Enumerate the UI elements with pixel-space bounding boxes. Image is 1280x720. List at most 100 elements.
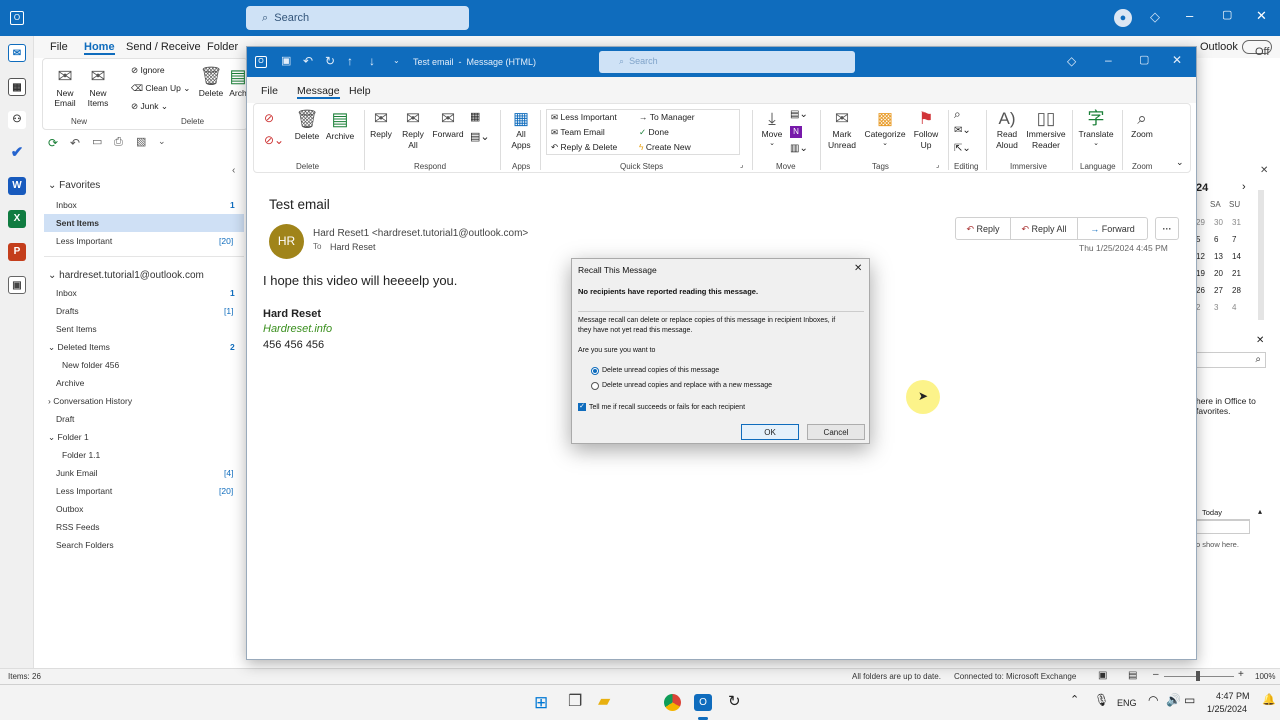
option-delete-replace[interactable]: Delete unread copies and replace with a … — [602, 382, 772, 389]
mail-icon[interactable]: ✉ — [8, 44, 26, 62]
rules-icon[interactable]: ▤⌄ — [790, 110, 808, 120]
signature-website[interactable]: Hardreset.info — [263, 323, 332, 335]
reply-all-button[interactable]: ✉ Reply All — [400, 108, 426, 151]
new-items-button[interactable]: ✉ New Items — [81, 65, 115, 109]
next-month-icon[interactable]: › — [1242, 182, 1246, 193]
mark-unread-button[interactable]: ✉ Mark Unread — [824, 108, 860, 151]
close-pane-icon[interactable]: ✕ — [1256, 336, 1264, 346]
today-field[interactable]: Today — [1196, 508, 1250, 520]
folder-new-folder-456[interactable]: New folder 456 — [62, 360, 119, 370]
meeting-icon[interactable]: ▦ — [470, 112, 480, 123]
menu-file[interactable]: File — [50, 41, 68, 53]
save-icon[interactable]: ▣ — [281, 56, 291, 67]
qs-done[interactable]: ✓ Done — [639, 127, 669, 138]
powerpoint-icon[interactable]: P — [8, 243, 26, 261]
checkbox-tell-me[interactable]: ✓ — [578, 403, 586, 411]
to-recipient[interactable]: Hard Reset — [330, 242, 376, 252]
undo-icon[interactable]: ↶ — [303, 55, 313, 67]
follow-up-button[interactable]: ⚑ Follow Up — [910, 108, 942, 151]
checkbox-tell-me-label[interactable]: Tell me if recall succeeds or fails for … — [589, 404, 745, 411]
box-icon[interactable]: ▭ — [92, 137, 102, 148]
qs-less-important[interactable]: ✉ Less Important — [551, 112, 617, 123]
close-icon[interactable]: ✕ — [1172, 54, 1182, 66]
find-icon[interactable]: ⌕ — [954, 108, 961, 120]
folder-sent-items[interactable]: Sent Items — [56, 324, 97, 334]
close-icon[interactable]: ✕ — [1256, 9, 1267, 22]
apps-icon[interactable]: ▣ — [8, 276, 26, 294]
read-aloud-button[interactable]: A) Read Aloud — [992, 108, 1022, 151]
start-icon[interactable]: ⊞ — [534, 694, 548, 711]
diamond-icon[interactable]: ◇ — [1150, 10, 1160, 23]
calendar-icon[interactable]: ▦ — [8, 78, 26, 96]
move-button[interactable]: ⤓ Move ⌄ — [758, 108, 786, 149]
tool-icon[interactable]: ▧ — [136, 137, 146, 148]
clock-time[interactable]: 4:47 PM — [1216, 691, 1250, 701]
qs-reply-delete[interactable]: ↶ Reply & Delete — [551, 142, 617, 153]
menu-help[interactable]: Help — [349, 85, 371, 97]
onenote-icon[interactable]: N — [790, 126, 802, 138]
immersive-reader-button[interactable]: ▯▯ Immersive Reader — [1024, 108, 1068, 151]
ignore-button[interactable]: ⊘ Ignore — [131, 65, 165, 76]
forward-button[interactable]: ✉ Forward — [430, 108, 466, 140]
minimize-icon[interactable]: – — [1186, 9, 1193, 22]
fav-sent-items[interactable]: Sent Items — [56, 218, 99, 228]
clean-up-button[interactable]: ⌫ Clean Up ⌄ — [131, 83, 190, 94]
sender-avatar[interactable]: HR — [269, 224, 304, 259]
radio-delete-unread[interactable] — [591, 367, 599, 375]
close-icon[interactable]: ✕ — [854, 264, 862, 274]
clock-date[interactable]: 1/25/2024 — [1207, 704, 1247, 714]
battery-icon[interactable]: ▭ — [1184, 694, 1195, 706]
folder-search-folders[interactable]: Search Folders — [56, 540, 114, 550]
language-indicator[interactable]: ENG — [1117, 698, 1137, 708]
actions-icon[interactable]: ▥⌄ — [790, 144, 808, 154]
undo-icon[interactable]: ↶ — [70, 137, 80, 149]
collapse-pane-icon[interactable]: ‹ — [232, 166, 235, 176]
excel-icon[interactable]: X — [8, 210, 26, 228]
print-icon[interactable]: ⎙ — [114, 137, 123, 148]
task-input[interactable] — [1196, 520, 1250, 534]
folder-less-important[interactable]: Less Important — [56, 486, 112, 496]
diamond-icon[interactable]: ◇ — [1067, 55, 1076, 67]
menu-file[interactable]: File — [261, 85, 278, 97]
delete-button[interactable]: 🗑 Delete — [292, 108, 322, 141]
option-delete-unread[interactable]: Delete unread copies of this message — [602, 367, 719, 374]
customize-icon[interactable]: ⌄ — [158, 137, 166, 146]
main-search-box[interactable]: ⌕ Search — [246, 6, 469, 30]
volume-icon[interactable]: 🔊 — [1166, 694, 1181, 706]
folder-deleted-items[interactable]: ⌄ Deleted Items — [48, 342, 110, 353]
radio-delete-replace[interactable] — [591, 382, 599, 390]
zoom-slider-thumb[interactable] — [1196, 671, 1200, 681]
fav-less-important[interactable]: Less Important — [56, 236, 112, 246]
related-icon[interactable]: ✉⌄ — [954, 126, 971, 136]
categorize-button[interactable]: ▩ Categorize ⌄ — [862, 108, 908, 149]
tray-chevron-icon[interactable]: ⌃ — [1070, 695, 1079, 706]
wifi-icon[interactable]: ◠ — [1148, 694, 1158, 706]
cancel-button[interactable]: Cancel — [807, 424, 865, 440]
cal-scrollbar[interactable] — [1258, 190, 1264, 320]
menu-send-receive[interactable]: Send / Receive — [126, 41, 201, 53]
redo-icon[interactable]: ↻ — [325, 55, 335, 67]
customize-qat-icon[interactable]: ⌄ — [393, 57, 400, 65]
ok-button[interactable]: OK — [741, 424, 799, 440]
delete-button-main[interactable]: 🗑 Delete — [197, 65, 225, 98]
forward-action-button[interactable]: → Forward — [1077, 217, 1148, 240]
more-actions-button[interactable]: ··· — [1155, 217, 1179, 240]
menu-message[interactable]: Message — [297, 85, 340, 99]
zoom-out-icon[interactable]: – — [1153, 670, 1159, 680]
folder-draft[interactable]: Draft — [56, 414, 74, 424]
todo-icon[interactable]: ✔ — [8, 144, 26, 162]
notification-icon[interactable]: 🔔 — [1262, 695, 1276, 706]
outlook-toggle[interactable]: Off — [1242, 40, 1272, 58]
reply-action-button[interactable]: ↶ Reply — [955, 217, 1011, 240]
chrome-icon[interactable] — [664, 694, 681, 711]
rules-icon[interactable]: ⊘⌄ — [264, 134, 284, 146]
folder-junk-email[interactable]: Junk Email — [56, 468, 98, 478]
new-email-button[interactable]: ✉ New Email — [49, 65, 81, 109]
reply-all-action-button[interactable]: ↶ Reply All — [1010, 217, 1078, 240]
minimize-icon[interactable]: – — [1105, 54, 1112, 66]
close-calendar-icon[interactable]: ✕ — [1260, 166, 1268, 176]
qs-to-manager[interactable]: → To Manager — [639, 112, 695, 122]
sync-icon[interactable]: ⟳ — [48, 137, 58, 149]
reply-button[interactable]: ✉ Reply — [368, 108, 394, 140]
message-search-box[interactable]: ⌕ Search — [599, 51, 855, 73]
